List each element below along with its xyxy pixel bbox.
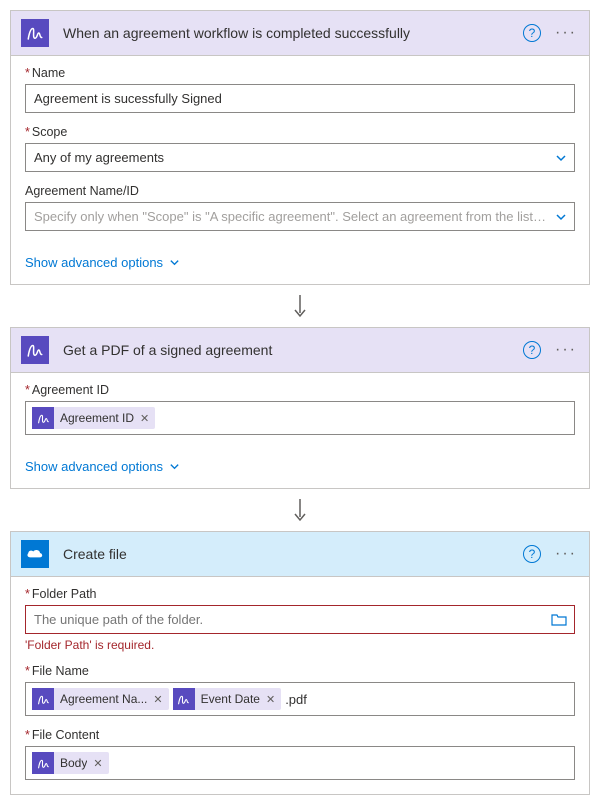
help-icon[interactable]: ? <box>523 24 541 42</box>
folder-picker-icon[interactable] <box>551 613 567 627</box>
action-card-create-file: Create file ? ··· Folder Path 'Folder Pa… <box>10 531 590 795</box>
show-advanced-link[interactable]: Show advanced options <box>11 245 589 284</box>
flow-connector <box>10 285 590 327</box>
file-name-suffix: .pdf <box>285 692 307 707</box>
file-content-label: File Content <box>25 728 575 742</box>
remove-token-icon[interactable]: ✕ <box>93 757 102 770</box>
adobe-sign-icon <box>32 688 54 710</box>
folder-path-error: 'Folder Path' is required. <box>25 638 575 652</box>
chevron-down-icon <box>169 461 180 472</box>
card-title: Create file <box>63 546 523 562</box>
card-header[interactable]: Create file ? ··· <box>11 532 589 577</box>
remove-token-icon[interactable]: ✕ <box>266 693 275 706</box>
agreement-label: Agreement Name/ID <box>25 184 575 198</box>
show-advanced-link[interactable]: Show advanced options <box>11 449 589 488</box>
agreement-select[interactable]: Specify only when "Scope" is "A specific… <box>25 202 575 231</box>
adobe-sign-icon <box>21 19 49 47</box>
trigger-card: When an agreement workflow is completed … <box>10 10 590 285</box>
more-menu-button[interactable]: ··· <box>553 341 579 359</box>
name-label: Name <box>25 66 575 80</box>
more-menu-button[interactable]: ··· <box>553 545 579 563</box>
scope-label: Scope <box>25 125 575 139</box>
adobe-sign-icon <box>32 407 54 429</box>
action-card-pdf: Get a PDF of a signed agreement ? ··· Ag… <box>10 327 590 489</box>
chevron-down-icon <box>169 257 180 268</box>
adobe-sign-icon <box>173 688 195 710</box>
more-menu-button[interactable]: ··· <box>553 24 579 42</box>
card-title: When an agreement workflow is completed … <box>63 25 523 41</box>
flow-connector <box>10 489 590 531</box>
token-event-date[interactable]: Event Date ✕ <box>173 688 282 710</box>
file-content-input[interactable]: Body ✕ <box>25 746 575 780</box>
name-input[interactable] <box>25 84 575 113</box>
folder-path-label: Folder Path <box>25 587 575 601</box>
card-header[interactable]: Get a PDF of a signed agreement ? ··· <box>11 328 589 373</box>
folder-path-input[interactable] <box>25 605 575 634</box>
token-agreement-id[interactable]: Agreement ID ✕ <box>32 407 155 429</box>
remove-token-icon[interactable]: ✕ <box>140 412 149 425</box>
onedrive-icon <box>21 540 49 568</box>
adobe-sign-icon <box>32 752 54 774</box>
card-header[interactable]: When an agreement workflow is completed … <box>11 11 589 56</box>
card-title: Get a PDF of a signed agreement <box>63 342 523 358</box>
scope-select[interactable]: Any of my agreements <box>25 143 575 172</box>
remove-token-icon[interactable]: ✕ <box>153 693 162 706</box>
help-icon[interactable]: ? <box>523 341 541 359</box>
help-icon[interactable]: ? <box>523 545 541 563</box>
token-body[interactable]: Body ✕ <box>32 752 109 774</box>
arrow-down-icon <box>290 293 310 319</box>
agreement-id-label: Agreement ID <box>25 383 575 397</box>
agreement-id-input[interactable]: Agreement ID ✕ <box>25 401 575 435</box>
arrow-down-icon <box>290 497 310 523</box>
file-name-label: File Name <box>25 664 575 678</box>
token-agreement-name[interactable]: Agreement Na... ✕ <box>32 688 169 710</box>
file-name-input[interactable]: Agreement Na... ✕ Event Date ✕ .pdf <box>25 682 575 716</box>
adobe-sign-icon <box>21 336 49 364</box>
